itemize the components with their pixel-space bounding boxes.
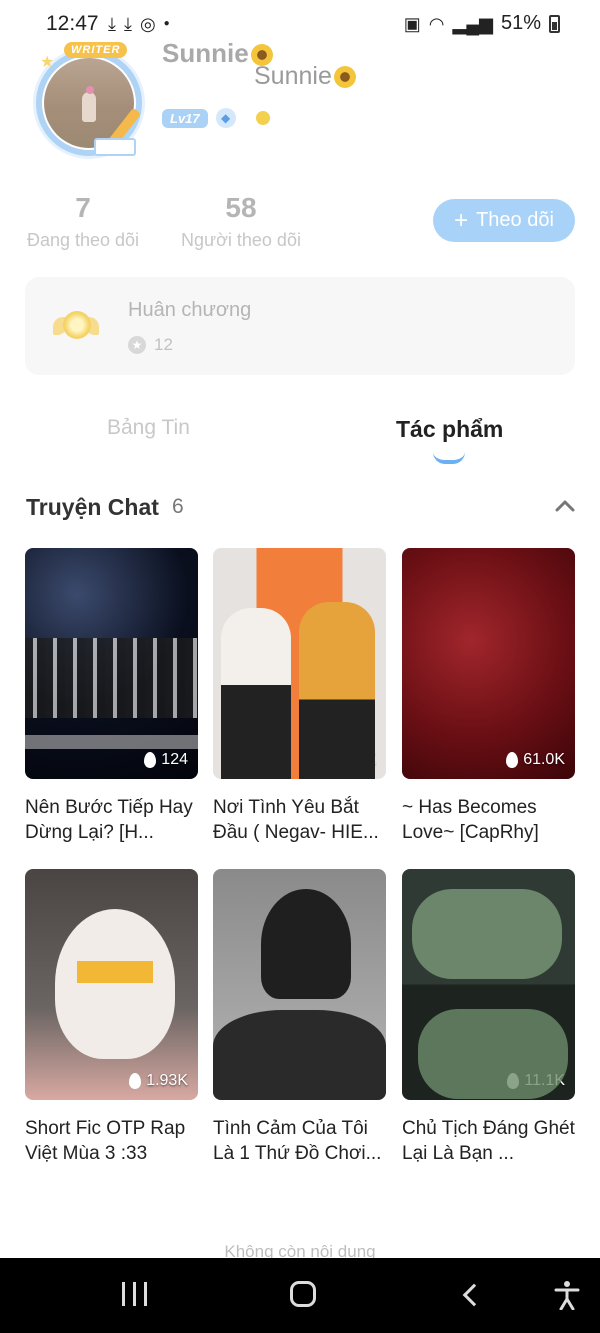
work-title: Tình Cảm Của Tôi Là 1 Thứ Đồ Chơi...: [213, 1118, 382, 1164]
coin-icon[interactable]: [255, 111, 270, 125]
flame-icon: [507, 1073, 520, 1089]
flame-icon: [144, 752, 157, 768]
download-icon: ⤓: [123, 14, 132, 34]
following-stat[interactable]: 7 Đang theo dõi: [25, 192, 141, 251]
star-icon: ★: [128, 336, 146, 354]
chevron-up-icon[interactable]: [554, 498, 576, 514]
tab-news-feed[interactable]: Bảng Tin: [107, 416, 190, 440]
medal-count: ★ 12: [128, 335, 173, 355]
plus-icon: +: [454, 206, 469, 234]
work-title: Nơi Tình Yêu Bắt Đầu ( Negav- HIE...: [213, 797, 379, 843]
followers-stat[interactable]: 58 Người theo dõi: [178, 192, 304, 251]
view-count: 1.93K: [129, 1072, 188, 1090]
view-count: 124: [144, 751, 188, 769]
tab-active-indicator: [433, 452, 465, 464]
flame-icon: [317, 752, 330, 768]
tab-works[interactable]: Tác phẩm: [396, 416, 503, 443]
status-notification-icons: ⤓ ⤓ ◎ ●: [108, 14, 170, 34]
profile-badges: Lv17 ◆: [162, 108, 270, 128]
work-cover-image: 1.93K: [25, 869, 198, 1100]
signal-icon: ▂▄▆: [452, 13, 493, 34]
navigation-bar: [0, 1258, 600, 1333]
section-count: 6: [172, 495, 184, 518]
work-title: Short Fic OTP Rap Việt Mùa 3 :33: [25, 1118, 186, 1164]
medal-card[interactable]: Huân chương ★ 12: [25, 277, 575, 375]
following-count: 7: [75, 192, 91, 223]
home-button[interactable]: [290, 1281, 316, 1307]
recents-button[interactable]: [122, 1282, 147, 1306]
profile-display-name: Sunnie: [254, 62, 356, 91]
medal-icon: [53, 305, 99, 345]
followers-count: 58: [225, 192, 257, 223]
follow-button-label: Theo dõi: [476, 209, 554, 231]
battery-icon: [549, 14, 560, 33]
work-card[interactable]: 1.93K Short Fic OTP Rap Việt Mùa 3 :33: [25, 869, 198, 1166]
work-card[interactable]: 71.4K Nơi Tình Yêu Bắt Đầu ( Negav- HIE.…: [213, 548, 386, 845]
download-icon: ⤓: [108, 14, 116, 34]
book-icon: [94, 138, 136, 156]
view-count: 7.50K: [317, 1072, 376, 1090]
accessibility-icon[interactable]: [554, 1280, 580, 1310]
avatar[interactable]: ★ WRITER: [26, 40, 154, 160]
instagram-icon: ◎: [139, 14, 156, 34]
profile-name-text: Sunnie: [162, 38, 249, 68]
flame-icon: [506, 752, 519, 768]
follow-button[interactable]: + Theo dõi: [433, 199, 575, 242]
level-badge[interactable]: Lv17: [162, 108, 208, 128]
battery-saver-icon: ▣: [403, 13, 421, 34]
work-title: ~ Has Becomes Love~ [CapRhy]: [402, 797, 539, 843]
work-title: Nên Bước Tiếp Hay Dừng Lại? [H...: [25, 797, 193, 843]
medal-title: Huân chương: [128, 299, 252, 321]
work-cover-image: 71.4K: [213, 548, 386, 779]
flame-icon: [129, 1073, 142, 1089]
status-system-icons: ▣ ◠ ▂▄▆ 51%: [404, 12, 560, 35]
work-cover-image: 7.50K: [213, 869, 386, 1100]
wifi-icon: ◠: [428, 13, 445, 34]
work-title: Chủ Tịch Đáng Ghét Lại Là Bạn ...: [402, 1118, 575, 1164]
work-cover-image: 11.1K: [402, 869, 575, 1100]
star-icon: ★: [40, 54, 55, 71]
work-cover-image: 124: [25, 548, 198, 779]
battery-percent: 51%: [500, 12, 541, 34]
following-label: Đang theo dõi: [26, 230, 140, 250]
view-count: 71.4K: [317, 751, 376, 769]
sunflower-icon: [333, 66, 356, 89]
work-card[interactable]: 124 Nên Bước Tiếp Hay Dừng Lại? [H...: [25, 548, 198, 845]
vip-drop-icon[interactable]: ◆: [215, 108, 236, 128]
work-card[interactable]: 61.0K ~ Has Becomes Love~ [CapRhy]: [402, 548, 575, 845]
medal-count-value: 12: [154, 335, 173, 354]
end-of-content-text: Không còn nội dung: [224, 1242, 376, 1258]
work-card[interactable]: 11.1K Chủ Tịch Đáng Ghét Lại Là Bạn ...: [402, 869, 575, 1166]
flame-icon: [317, 1073, 330, 1089]
dot-icon: ●: [163, 18, 170, 29]
view-count: 11.1K: [507, 1072, 565, 1090]
back-button[interactable]: [462, 1283, 486, 1307]
section-title: Truyện Chat: [26, 494, 159, 520]
followers-label: Người theo dõi: [181, 230, 301, 250]
status-time: 12:47: [46, 12, 99, 35]
view-count: 61.0K: [506, 751, 565, 769]
work-card[interactable]: 7.50K Tình Cảm Của Tôi Là 1 Thứ Đồ Chơi.…: [213, 869, 386, 1166]
work-cover-image: 61.0K: [402, 548, 575, 779]
writer-badge: WRITER: [64, 42, 128, 58]
profile-display-name-text: Sunnie: [254, 62, 332, 90]
